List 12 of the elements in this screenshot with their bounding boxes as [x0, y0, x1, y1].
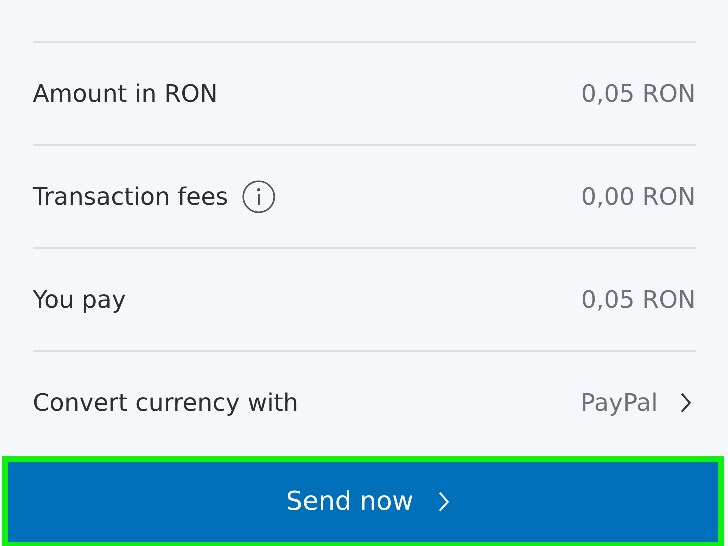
row-label: You pay — [33, 286, 126, 314]
row-label: Convert currency with — [33, 388, 299, 416]
row-value: 0,00 RON — [581, 182, 696, 210]
chevron-icon[interactable] — [680, 392, 692, 414]
row-label: Transaction fees — [33, 182, 228, 210]
row-value[interactable]: PayPal — [580, 388, 658, 416]
row-value: 0,05 RON — [581, 80, 696, 108]
chevron-icon — [438, 491, 450, 513]
row-value: 0,05 RON — [581, 286, 696, 314]
send-now-button[interactable]: Send now — [2, 456, 724, 546]
row-label: Amount in RON — [33, 80, 218, 108]
info-icon[interactable] — [242, 180, 276, 214]
